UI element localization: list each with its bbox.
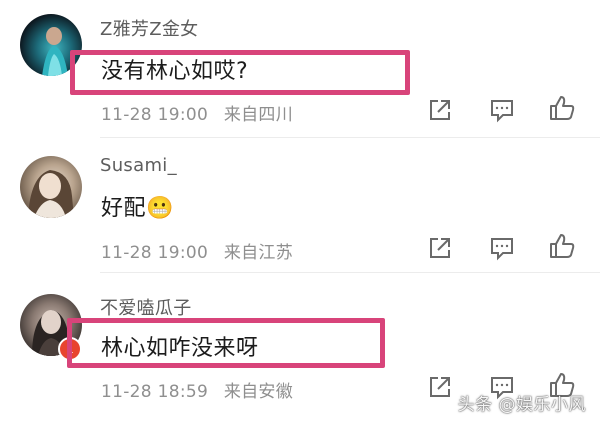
comment-time: 11-28 18:59 (101, 382, 209, 402)
share-icon (430, 100, 450, 120)
user-avatar[interactable] (20, 156, 82, 218)
username[interactable]: Susami_ (100, 155, 177, 176)
comment-meta: 11-28 18:59 来自安徽 (101, 377, 293, 402)
reply-button[interactable] (488, 96, 516, 124)
divider (100, 137, 600, 138)
comment-location: 来自江苏 (223, 243, 294, 263)
comment-location: 来自安徽 (223, 382, 294, 402)
comment-text: 好配😬 (101, 196, 174, 221)
comment-icon (491, 100, 513, 123)
username[interactable]: 不爱嗑瓜子 (100, 294, 192, 320)
comment-time: 11-28 19:00 (101, 243, 209, 263)
highlight-box (70, 50, 410, 95)
reply-button[interactable] (488, 234, 516, 262)
like-button[interactable] (548, 232, 576, 260)
divider (100, 272, 600, 273)
thumbs-up-icon (550, 234, 575, 258)
share-button[interactable] (426, 373, 454, 401)
comment-meta: 11-28 19:00 来自四川 (101, 100, 293, 125)
comment-location: 来自四川 (223, 105, 294, 125)
thumbs-up-icon (550, 96, 575, 120)
share-icon (430, 238, 450, 258)
like-button[interactable] (548, 94, 576, 122)
comment-meta: 11-28 19:00 来自江苏 (101, 238, 293, 263)
comment-time: 11-28 19:00 (101, 105, 209, 125)
highlight-box (67, 318, 385, 368)
watermark: 头条 @娱乐小风 (457, 395, 586, 415)
comment-icon (491, 238, 513, 261)
share-icon (430, 377, 450, 397)
share-button[interactable] (426, 234, 454, 262)
share-button[interactable] (426, 96, 454, 124)
username[interactable]: Z雅芳Z金女 (100, 15, 198, 41)
avatar-portrait-icon (28, 170, 74, 218)
